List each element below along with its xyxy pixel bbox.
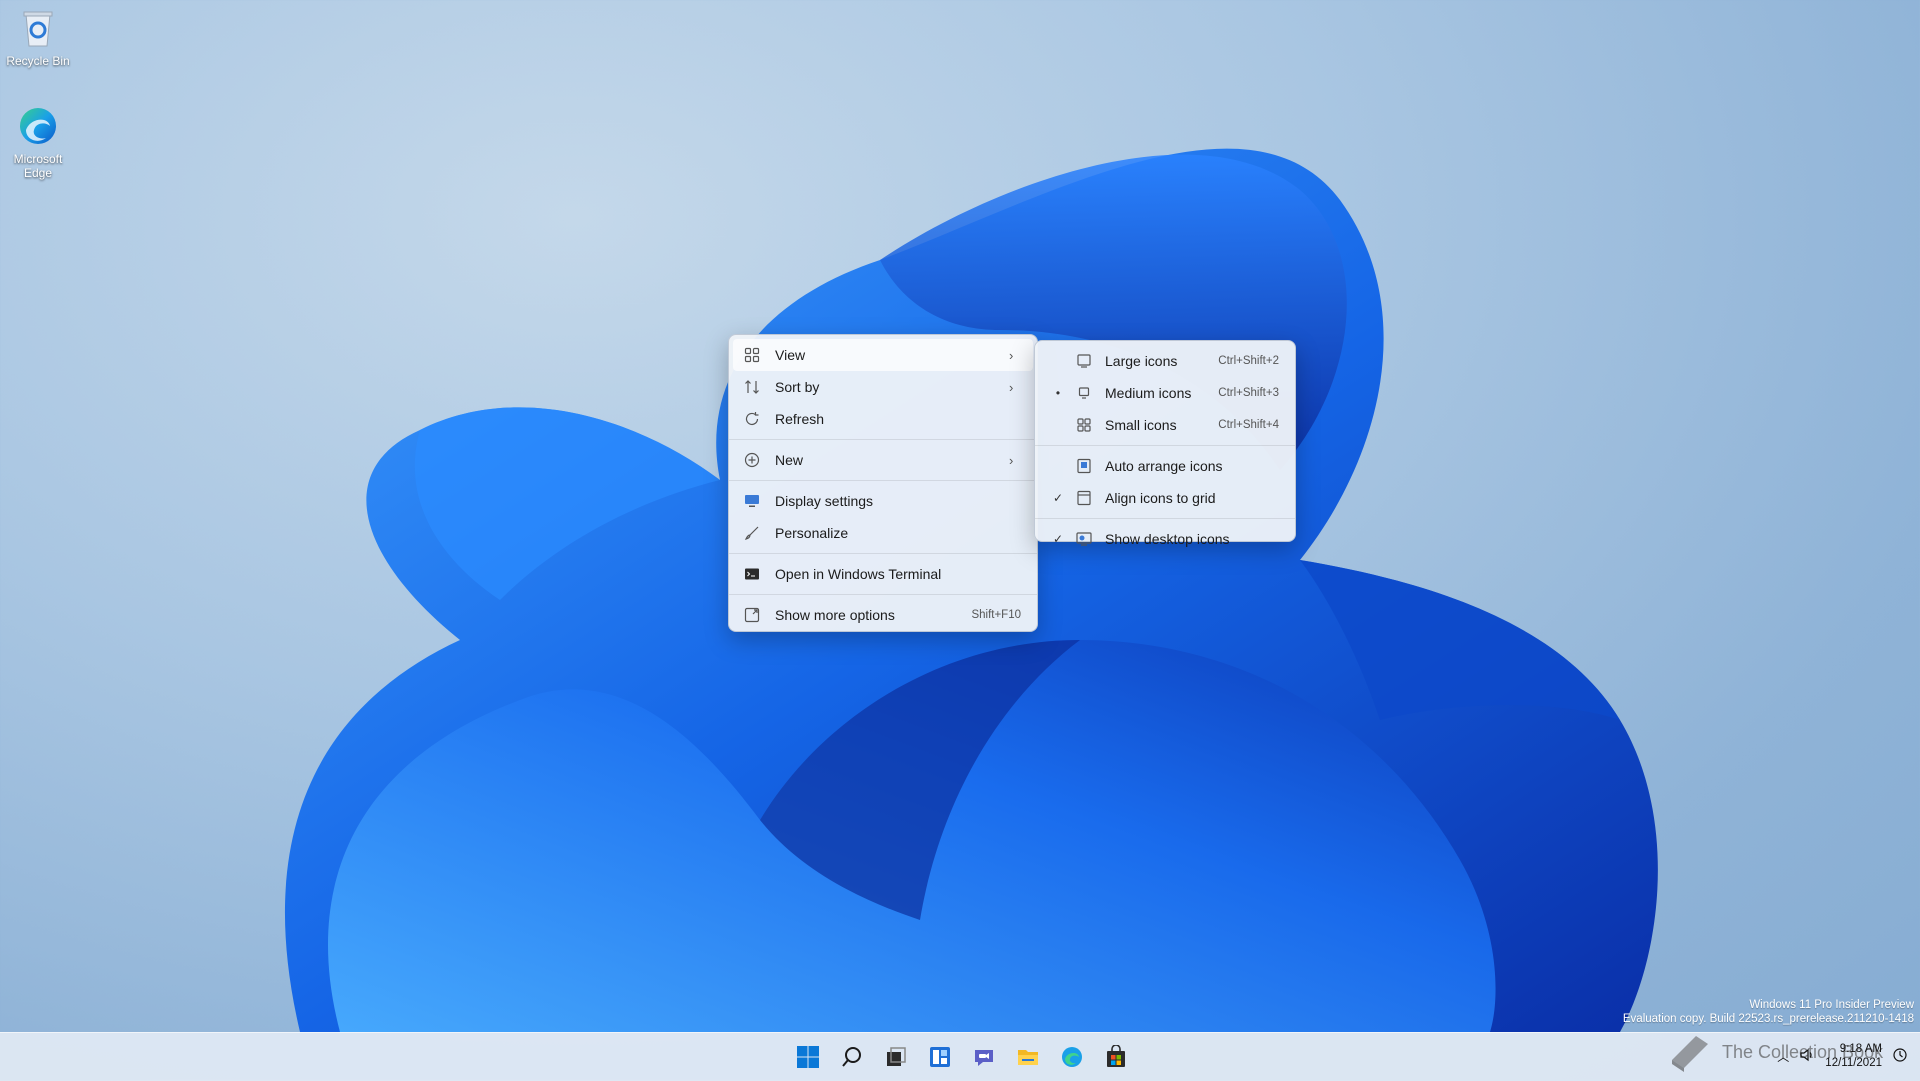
- search-button[interactable]: [834, 1039, 870, 1075]
- task-view-icon: [887, 1047, 906, 1066]
- submenu-item-show-desktop-icons[interactable]: ✓ Show desktop icons: [1039, 523, 1291, 555]
- submenu-item-label: Medium icons: [1105, 385, 1192, 401]
- menu-item-display-settings[interactable]: Display settings: [733, 485, 1033, 517]
- view-grid-icon: [743, 346, 761, 364]
- medium-icons-icon: [1075, 384, 1093, 402]
- chevron-right-icon: ›: [1009, 452, 1014, 468]
- shortcut-label: Shift+F10: [971, 609, 1021, 621]
- shortcut-label: Ctrl+Shift+3: [1218, 387, 1279, 399]
- notification-icon[interactable]: [1892, 1047, 1908, 1066]
- menu-item-label: Show more options: [775, 607, 895, 623]
- file-explorer-icon: [1018, 1050, 1038, 1065]
- menu-item-label: Sort by: [775, 379, 820, 395]
- store-icon: [1107, 1045, 1125, 1067]
- large-icons-icon: [1075, 352, 1093, 370]
- edge-taskbar-button[interactable]: [1054, 1039, 1090, 1075]
- clock-time: 9:18 AM: [1839, 1043, 1882, 1055]
- desktop-icon-edge[interactable]: Microsoft Edge: [2, 104, 74, 180]
- search-icon: [842, 1047, 861, 1067]
- file-explorer-button[interactable]: [1010, 1039, 1046, 1075]
- submenu-item-label: Auto arrange icons: [1105, 458, 1223, 474]
- widgets-icon: [930, 1047, 950, 1067]
- book-icon: [1672, 1036, 1708, 1072]
- menu-separator: [729, 480, 1037, 481]
- menu-item-refresh[interactable]: Refresh: [733, 403, 1033, 435]
- store-button[interactable]: [1098, 1039, 1134, 1075]
- menu-item-label: Display settings: [775, 493, 874, 509]
- desktop-icon-label: Recycle Bin: [6, 54, 70, 68]
- submenu-item-small-icons[interactable]: Small icons Ctrl+Shift+4: [1039, 409, 1291, 441]
- watermark-line: Windows 11 Pro Insider Preview: [1749, 999, 1914, 1011]
- display-icon: [743, 492, 761, 510]
- speaker-icon[interactable]: [1799, 1047, 1815, 1066]
- chat-icon: [975, 1050, 993, 1066]
- task-view-button[interactable]: [878, 1039, 914, 1075]
- checkmark-icon: ✓: [1052, 532, 1064, 546]
- shortcut-label: Ctrl+Shift+2: [1218, 355, 1279, 367]
- menu-item-show-more-options[interactable]: Show more options Shift+F10: [733, 599, 1033, 631]
- more-options-icon: [743, 606, 761, 624]
- menu-item-view[interactable]: View ›: [733, 339, 1033, 371]
- recycle-bin-icon: [23, 11, 53, 47]
- watermark-line: Evaluation copy. Build 22523.rs_prerelea…: [1622, 1013, 1914, 1025]
- clock-date: 12/11/2021: [1825, 1057, 1882, 1069]
- view-submenu: Large icons Ctrl+Shift+2 • Medium icons …: [1034, 340, 1296, 547]
- submenu-item-label: Align icons to grid: [1105, 490, 1216, 506]
- align-grid-icon: [1075, 489, 1093, 507]
- edge-icon: [1062, 1047, 1082, 1067]
- sort-icon: [743, 378, 761, 396]
- chat-button[interactable]: [966, 1039, 1002, 1075]
- submenu-item-label: Large icons: [1105, 353, 1178, 369]
- menu-separator: [1035, 518, 1295, 519]
- chevron-right-icon: ›: [1009, 379, 1014, 395]
- menu-separator: [729, 553, 1037, 554]
- submenu-item-auto-arrange[interactable]: Auto arrange icons: [1039, 450, 1291, 482]
- refresh-icon: [743, 410, 761, 428]
- submenu-item-large-icons[interactable]: Large icons Ctrl+Shift+2: [1039, 345, 1291, 377]
- submenu-item-label: Small icons: [1105, 417, 1177, 433]
- shortcut-label: Ctrl+Shift+4: [1218, 419, 1279, 431]
- submenu-item-medium-icons[interactable]: • Medium icons Ctrl+Shift+3: [1039, 377, 1291, 409]
- menu-item-personalize[interactable]: Personalize: [733, 517, 1033, 549]
- submenu-item-label: Show desktop icons: [1105, 531, 1230, 547]
- evaluation-watermark: Windows 11 Pro Insider Preview Evaluatio…: [1623, 998, 1914, 1026]
- menu-item-new[interactable]: New ›: [733, 444, 1033, 476]
- menu-separator: [1035, 445, 1295, 446]
- menu-item-label: Open in Windows Terminal: [775, 566, 942, 582]
- menu-separator: [729, 439, 1037, 440]
- taskbar: [0, 1032, 1920, 1081]
- menu-item-open-terminal[interactable]: Open in Windows Terminal: [733, 558, 1033, 590]
- radio-selected-mark: •: [1055, 386, 1061, 400]
- show-desktop-icon: [1075, 530, 1093, 548]
- widgets-button[interactable]: [922, 1039, 958, 1075]
- new-plus-icon: [743, 451, 761, 469]
- menu-item-label: View: [775, 347, 806, 363]
- start-button[interactable]: [790, 1039, 826, 1075]
- menu-separator: [729, 594, 1037, 595]
- edge-icon: [20, 108, 56, 144]
- menu-item-label: Refresh: [775, 411, 825, 427]
- menu-item-label: Personalize: [775, 525, 849, 541]
- checkmark-icon: ✓: [1052, 491, 1064, 505]
- auto-arrange-icon: [1075, 457, 1093, 475]
- desktop-context-menu: View › Sort by › Refresh New › Display s…: [728, 334, 1038, 632]
- terminal-icon: [743, 565, 761, 583]
- clock[interactable]: 9:18 AM 12/11/2021: [1825, 1042, 1882, 1070]
- submenu-item-align-to-grid[interactable]: ✓ Align icons to grid: [1039, 482, 1291, 514]
- chevron-up-icon[interactable]: ︿: [1777, 1048, 1789, 1065]
- system-tray: ︿ 9:18 AM 12/11/2021: [1777, 1034, 1908, 1078]
- brush-icon: [743, 524, 761, 542]
- taskbar-app-list: [790, 1039, 1134, 1075]
- desktop-icon-label: Microsoft Edge: [13, 152, 63, 180]
- start-icon: [797, 1046, 819, 1068]
- chevron-right-icon: ›: [1009, 347, 1014, 363]
- menu-item-sort-by[interactable]: Sort by ›: [733, 371, 1033, 403]
- small-icons-icon: [1075, 416, 1093, 434]
- menu-item-label: New: [775, 452, 804, 468]
- desktop-icon-recycle-bin[interactable]: Recycle Bin: [2, 6, 74, 68]
